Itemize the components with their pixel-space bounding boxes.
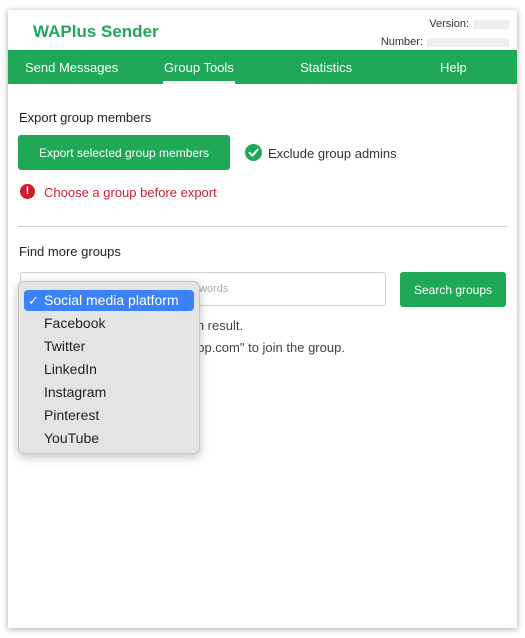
- dropdown-option-facebook[interactable]: Facebook: [24, 313, 194, 334]
- dropdown-option-youtube[interactable]: YouTube: [24, 428, 194, 449]
- error-icon: !: [20, 184, 35, 199]
- exclude-admins-label: Exclude group admins: [268, 146, 397, 161]
- tab-statistics[interactable]: Statistics: [263, 50, 390, 84]
- exclude-admins-checkbox[interactable]: [245, 144, 262, 161]
- selected-check-icon: ✓: [28, 293, 39, 308]
- extension-panel: WAPlus Sender Version: Number: Send Mess…: [8, 10, 517, 628]
- dropdown-option-twitter[interactable]: Twitter: [24, 336, 194, 357]
- search-groups-button[interactable]: Search groups: [400, 272, 506, 307]
- app-title: WAPlus Sender: [33, 22, 159, 41]
- version-label: Version:: [429, 18, 469, 31]
- header: WAPlus Sender Version: Number:: [8, 10, 517, 50]
- number-row: Number:: [381, 36, 509, 48]
- tab-group-tools[interactable]: Group Tools: [135, 50, 262, 84]
- dropdown-option-linkedin[interactable]: LinkedIn: [24, 359, 194, 380]
- tab-send-messages[interactable]: Send Messages: [8, 50, 135, 84]
- checkmark-icon: [248, 148, 259, 157]
- export-section-title: Export group members: [19, 110, 152, 125]
- dropdown-option-instagram[interactable]: Instagram: [24, 382, 194, 403]
- main-nav: Send Messages Group Tools Statistics Hel…: [8, 50, 517, 84]
- platform-dropdown-menu[interactable]: ✓ Social media platform Facebook Twitter…: [18, 281, 200, 454]
- export-members-button[interactable]: Export selected group members: [18, 135, 230, 170]
- dropdown-option-social-media[interactable]: ✓ Social media platform: [24, 290, 194, 311]
- section-divider: [18, 226, 507, 227]
- tab-help[interactable]: Help: [390, 50, 517, 84]
- number-label: Number:: [380, 36, 423, 49]
- number-value: [427, 37, 509, 47]
- dropdown-option-label: Social media platform: [44, 292, 179, 308]
- find-groups-title: Find more groups: [19, 244, 121, 259]
- version-value: [473, 19, 509, 29]
- dropdown-option-pinterest[interactable]: Pinterest: [24, 405, 194, 426]
- error-message: Choose a group before export: [44, 185, 217, 200]
- hint-line-2: app.com" to join the group.: [190, 340, 345, 355]
- version-row: Version:: [429, 18, 509, 30]
